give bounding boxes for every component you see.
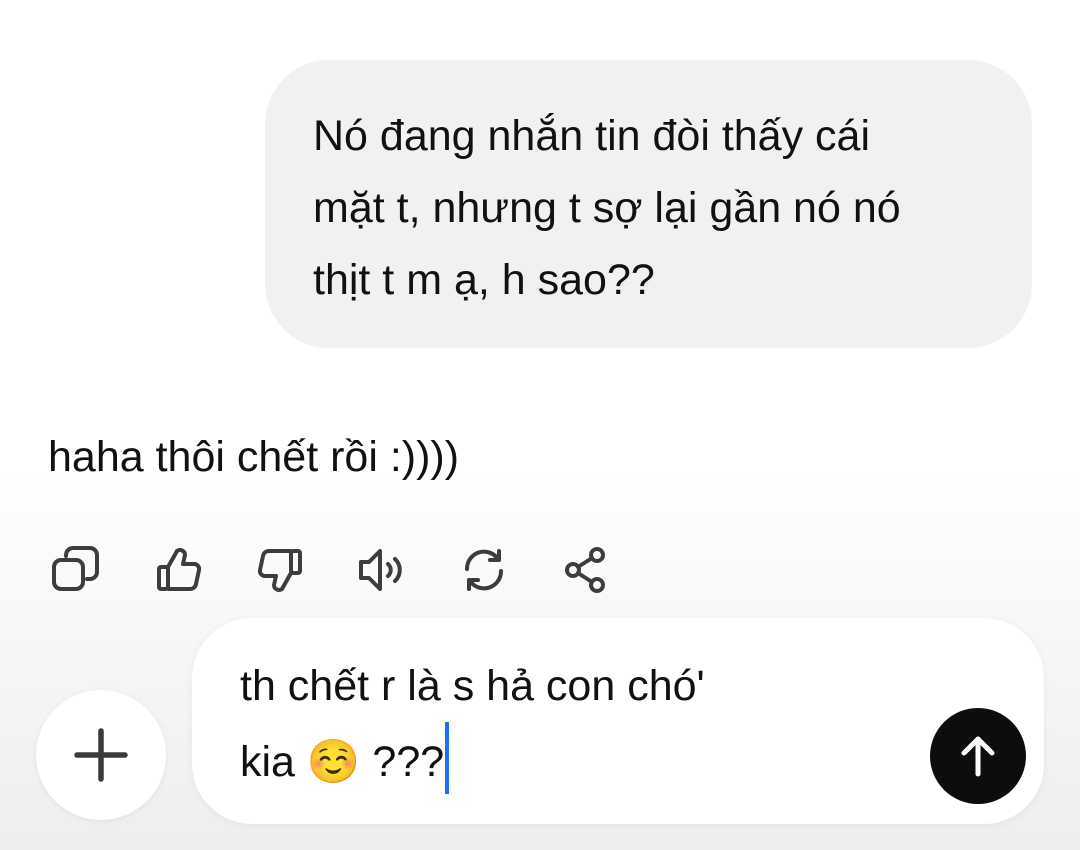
user-message-line-1: Nó đang nhắn tin đòi thấy cái [313,112,871,160]
user-message-line-2: mặt t, nhưng t sợ lại gần nó nó [313,184,901,232]
share-button[interactable] [558,542,614,598]
plus-icon [74,728,128,782]
share-icon [565,547,605,593]
message-input[interactable]: th chết r là s hả con chó' kia ☺️ ??? [240,650,900,798]
smiling-face-emoji: ☺️ [306,737,361,787]
input-line-2-text: kia [240,738,295,786]
assistant-message: haha thôi chết rồi :)))) [48,433,460,481]
thumbs-up-icon [157,548,202,591]
regenerate-icon [464,549,504,591]
add-attachment-button[interactable] [36,690,166,820]
text-cursor [445,722,450,794]
input-line-1: th chết r là s hả con chó' [240,662,705,710]
input-line-2-suffix: ??? [372,738,445,786]
thumbs-down-icon [257,549,302,592]
like-button[interactable] [150,542,206,598]
copy-icon [52,546,99,591]
dislike-button[interactable] [253,542,309,598]
speaker-icon [359,549,402,591]
send-button[interactable] [930,708,1026,804]
copy-button[interactable] [48,542,104,598]
user-message-bubble: Nó đang nhắn tin đòi thấy cái mặt t, như… [265,60,1032,348]
regenerate-button[interactable] [456,542,512,598]
user-message-line-3: thịt t m ạ, h sao?? [313,256,655,304]
read-aloud-button[interactable] [353,542,409,598]
message-composer[interactable]: th chết r là s hả con chó' kia ☺️ ??? [192,618,1044,824]
arrow-up-icon [961,736,995,777]
input-line-2: kia ☺️ ??? [240,722,900,798]
